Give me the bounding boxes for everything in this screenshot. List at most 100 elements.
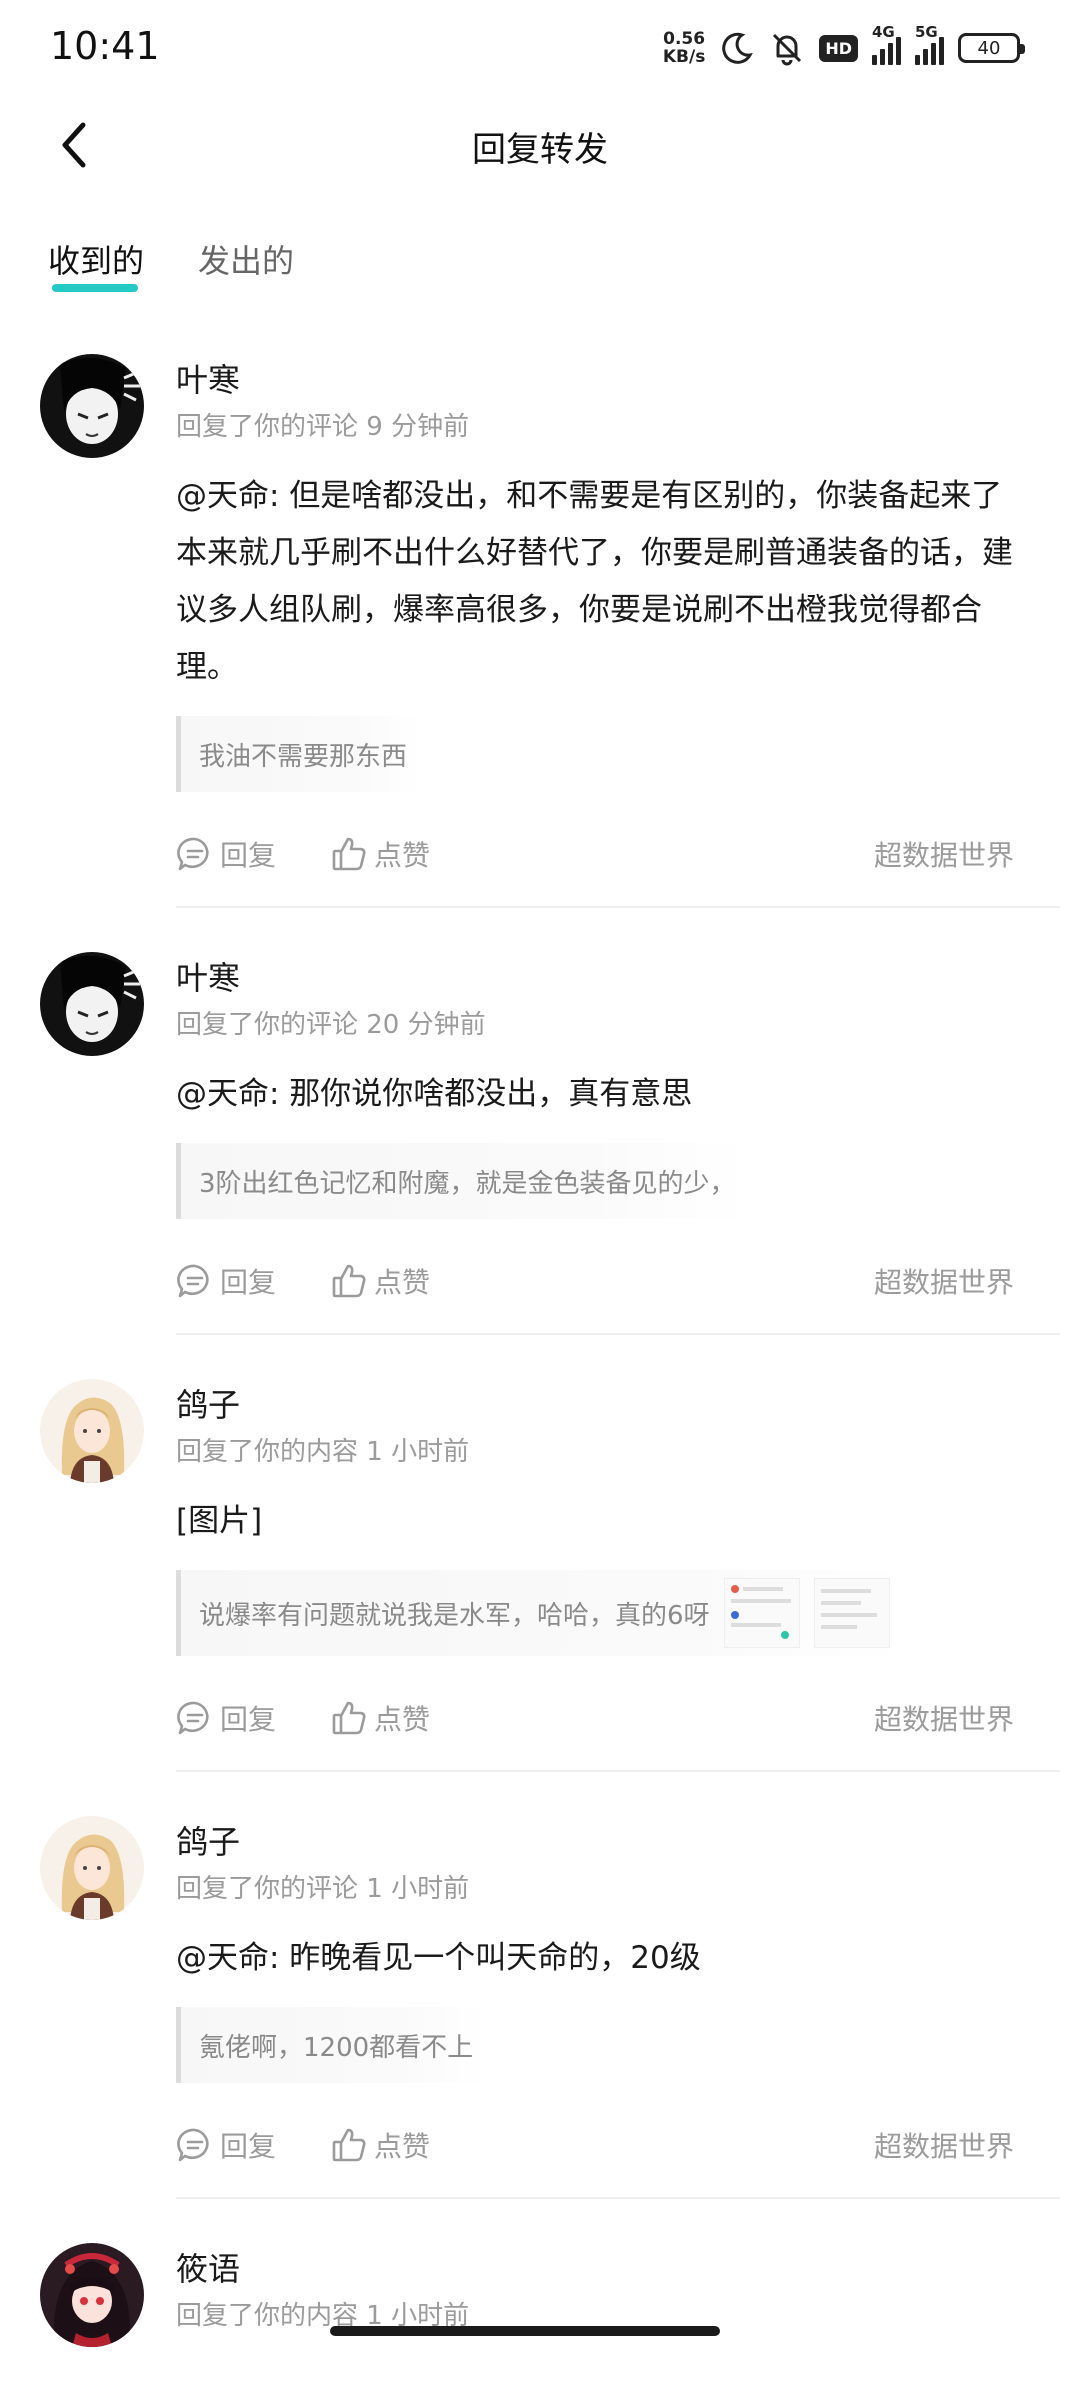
like-label: 点赞 bbox=[374, 1266, 431, 1299]
reply-item[interactable]: 鸽子 回复了你的内容 1 小时前 [图片] 说爆率有问题就说我是水军，哈哈，真的… bbox=[0, 1365, 1080, 1772]
reply-label: 回复 bbox=[220, 1703, 277, 1736]
moon-icon bbox=[719, 30, 755, 66]
signal-bar bbox=[896, 37, 901, 65]
signal-4g-icon: 4G bbox=[872, 23, 901, 65]
signal-bar bbox=[888, 43, 893, 65]
status-time: 10:41 bbox=[50, 24, 160, 68]
signal-bar bbox=[939, 37, 944, 65]
reply-body: 叶寒 回复了你的评论 20 分钟前 @天命: 那你说你啥都没出，真有意思 3阶出… bbox=[176, 938, 1056, 1333]
reply-meta: 回复了你的评论 1 小时前 bbox=[176, 1874, 470, 1904]
quoted-comment[interactable]: 氪佬啊，1200都看不上 bbox=[176, 2007, 490, 2083]
username[interactable]: 叶寒 bbox=[176, 358, 1056, 402]
like-button[interactable]: 点赞 bbox=[330, 834, 430, 874]
thumbnail-line bbox=[820, 1613, 877, 1617]
hd-badge: HD bbox=[819, 34, 858, 62]
like-button[interactable]: 点赞 bbox=[330, 2125, 430, 2165]
avatar[interactable] bbox=[40, 354, 144, 458]
username[interactable]: 叶寒 bbox=[176, 956, 1056, 1000]
reply-button[interactable]: 回复 bbox=[176, 2125, 276, 2165]
comment-icon bbox=[177, 1701, 209, 1735]
image-thumbnail[interactable] bbox=[813, 1578, 890, 1648]
quoted-text: 我油不需要那东西 bbox=[199, 741, 408, 772]
avatar[interactable] bbox=[40, 1816, 144, 1920]
reply-label: 回复 bbox=[220, 839, 277, 872]
thumbnail-dot bbox=[730, 1585, 739, 1593]
thumbnail-line bbox=[820, 1601, 861, 1605]
signal-bar bbox=[872, 55, 877, 65]
reply-content: [图片] bbox=[176, 1503, 263, 1539]
comment-icon bbox=[177, 2128, 209, 2162]
signal-bar bbox=[923, 49, 928, 65]
screen: 10:41 0.56 KB/s HD 4G 5G 40 回复转发 收到的 发出的… bbox=[0, 0, 1080, 2400]
reply-list: 叶寒 回复了你的评论 9 分钟前 @天命: 但是啥都没出，和不需要是有区别的，你… bbox=[0, 340, 1080, 2347]
thumbs-up-icon bbox=[332, 1264, 366, 1298]
image-thumbnail[interactable] bbox=[723, 1578, 800, 1648]
avatar[interactable] bbox=[40, 952, 144, 1056]
reply-content: @天命: 昨晚看见一个叫天命的，20级 bbox=[176, 1940, 701, 1976]
thumbnail-dot bbox=[730, 1611, 739, 1619]
reply-item[interactable]: 鸽子 回复了你的评论 1 小时前 @天命: 昨晚看见一个叫天命的，20级 氪佬啊… bbox=[0, 1802, 1080, 2199]
username[interactable]: 鸽子 bbox=[176, 1820, 1056, 1864]
reply-content: @天命: 但是啥都没出，和不需要是有区别的，你装备起来了本来就几乎刷不出什么好替… bbox=[176, 478, 1013, 685]
network-speed-value: 0.56 bbox=[663, 29, 706, 49]
reply-body: 筱语 回复了你的内容 1 小时前 bbox=[176, 2229, 1056, 2335]
reply-meta: 回复了你的评论 20 分钟前 bbox=[176, 1010, 486, 1040]
reply-label: 回复 bbox=[220, 1266, 277, 1299]
reply-content: @天命: 那你说你啥都没出，真有意思 bbox=[176, 1076, 693, 1112]
bell-off-icon bbox=[769, 30, 805, 66]
thumbnail-dot bbox=[780, 1631, 789, 1639]
tab-received[interactable]: 收到的 bbox=[48, 236, 144, 282]
avatar[interactable] bbox=[40, 2243, 144, 2347]
tab-active-indicator bbox=[52, 284, 138, 292]
signal-4g-label: 4G bbox=[872, 23, 895, 41]
quoted-text: 说爆率有问题就说我是水军，哈哈，真的6呀 bbox=[199, 1600, 710, 1631]
quoted-comment[interactable]: 说爆率有问题就说我是水军，哈哈，真的6呀 bbox=[176, 1570, 906, 1656]
signal-bar bbox=[915, 55, 920, 65]
thumbnail-line bbox=[742, 1587, 783, 1591]
username[interactable]: 鸽子 bbox=[176, 1383, 1056, 1427]
reply-body: 叶寒 回复了你的评论 9 分钟前 @天命: 但是啥都没出，和不需要是有区别的，你… bbox=[176, 340, 1056, 906]
source-link[interactable]: 超数据世界 bbox=[874, 1261, 1014, 1301]
like-button[interactable]: 点赞 bbox=[330, 1261, 430, 1301]
tab-sent[interactable]: 发出的 bbox=[198, 236, 294, 282]
reply-item[interactable]: 叶寒 回复了你的评论 20 分钟前 @天命: 那你说你啥都没出，真有意思 3阶出… bbox=[0, 938, 1080, 1335]
like-label: 点赞 bbox=[374, 2130, 431, 2163]
quoted-text: 3阶出红色记忆和附魔，就是金色装备见的少， bbox=[199, 1168, 736, 1199]
reply-button[interactable]: 回复 bbox=[176, 1698, 276, 1738]
divider bbox=[176, 2197, 1060, 2199]
quoted-comment[interactable]: 我油不需要那东西 bbox=[176, 716, 424, 792]
status-bar: 10:41 0.56 KB/s HD 4G 5G 40 bbox=[0, 0, 1080, 96]
reply-item[interactable]: 叶寒 回复了你的评论 9 分钟前 @天命: 但是啥都没出，和不需要是有区别的，你… bbox=[0, 340, 1080, 908]
reply-button[interactable]: 回复 bbox=[176, 1261, 276, 1301]
reply-button[interactable]: 回复 bbox=[176, 834, 276, 874]
network-speed-unit: KB/s bbox=[662, 47, 706, 67]
reply-meta: 回复了你的内容 1 小时前 bbox=[176, 1437, 470, 1467]
thumbs-up-icon bbox=[332, 2128, 366, 2162]
comment-icon bbox=[177, 837, 209, 871]
thumbnail-line bbox=[820, 1625, 857, 1629]
quoted-images[interactable] bbox=[723, 1578, 890, 1648]
page-title: 回复转发 bbox=[472, 130, 608, 170]
avatar[interactable] bbox=[40, 1379, 144, 1483]
quoted-comment[interactable]: 3阶出红色记忆和附魔，就是金色装备见的少， bbox=[176, 1143, 752, 1219]
reply-actions: 回复 点赞 超数据世界 bbox=[176, 2097, 1056, 2197]
signal-bar bbox=[880, 49, 885, 65]
divider bbox=[176, 906, 1060, 908]
source-link[interactable]: 超数据世界 bbox=[874, 834, 1014, 874]
reply-meta: 回复了你的评论 9 分钟前 bbox=[176, 412, 470, 442]
divider bbox=[176, 1770, 1060, 1772]
reply-actions: 回复 点赞 超数据世界 bbox=[176, 1233, 1056, 1333]
reply-item[interactable]: 筱语 回复了你的内容 1 小时前 bbox=[0, 2229, 1080, 2347]
source-link[interactable]: 超数据世界 bbox=[874, 2125, 1014, 2165]
status-icons: 0.56 KB/s HD 4G 5G 40 bbox=[662, 23, 1025, 70]
reply-body: 鸽子 回复了你的内容 1 小时前 [图片] 说爆率有问题就说我是水军，哈哈，真的… bbox=[176, 1365, 1056, 1770]
signal-5g-icon: 5G bbox=[915, 23, 944, 65]
battery-icon: 40 bbox=[958, 33, 1025, 63]
header: 回复转发 bbox=[0, 96, 1080, 196]
home-indicator[interactable] bbox=[330, 2326, 720, 2336]
source-link[interactable]: 超数据世界 bbox=[874, 1698, 1014, 1738]
signal-bar bbox=[931, 43, 936, 65]
username[interactable]: 筱语 bbox=[176, 2247, 1056, 2291]
reply-actions: 回复 点赞 超数据世界 bbox=[176, 1670, 1056, 1770]
like-button[interactable]: 点赞 bbox=[330, 1698, 430, 1738]
